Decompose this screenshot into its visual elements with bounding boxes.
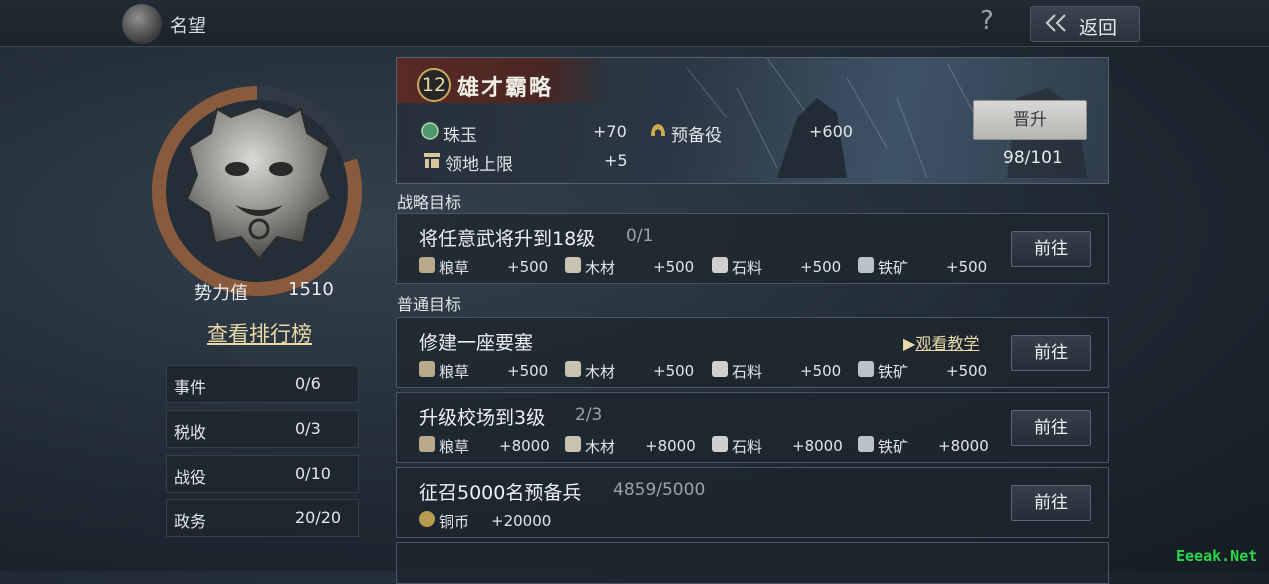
stat-row-events: 事件 0/6 [166,365,359,403]
stat-row-affairs: 政务 20/20 [166,499,359,537]
task-title: 征召5000名预备兵 [419,482,582,504]
page-title: 名望 [170,16,206,37]
grain-icon [419,436,435,452]
promote-progress: 98/101 [1003,148,1063,168]
territory-icon [424,153,440,168]
watch-tutorial-link[interactable]: ▶观看教学 [903,330,979,354]
stat-row-tax: 税收 0/3 [166,410,359,448]
prestige-emblem-icon [122,4,162,44]
resource-name: 铁矿 [878,363,909,381]
task-row: 征召5000名预备兵 4859/5000 前往 铜币 +20000 [396,467,1109,538]
resource-name: 木材 [585,438,616,456]
resource-amount: +500 [653,258,695,276]
rank-title: 雄才霸略 [457,75,554,101]
task-progress: 2/3 [575,405,603,425]
reward-name: 领地上限 [445,155,513,175]
resource-name: 铁矿 [878,438,909,456]
resource-name: 粮草 [439,259,470,277]
stone-icon [712,257,728,273]
task-title: 修建一座要塞 [419,332,534,354]
stone-icon [712,436,728,452]
resource-name: 铁矿 [878,259,909,277]
go-button[interactable]: 前往 [1011,410,1091,446]
grain-icon [419,361,435,377]
back-button[interactable]: 返回 [1030,6,1140,42]
resource-amount: +500 [507,362,549,380]
task-row: 修建一座要塞 ▶观看教学 前往 粮草 +500 木材 +500 石料 +500 … [396,317,1109,388]
go-button[interactable]: 前往 [1011,335,1091,371]
normal-goals-label: 普通目标 [397,295,462,314]
wood-icon [565,436,581,452]
resource-amount: +500 [946,362,988,380]
resource-amount: +8000 [792,437,843,455]
resource-name: 木材 [585,259,616,277]
resource-amount: +500 [800,362,842,380]
task-title: 升级校场到3级 [419,407,546,429]
resource-name: 粮草 [439,438,470,456]
beast-face-medal-icon [185,105,333,261]
stat-row-campaign: 战役 0/10 [166,455,359,493]
task-progress: 0/1 [626,226,654,246]
stone-icon [712,361,728,377]
resource-amount: +20000 [491,512,552,530]
resource-amount: +8000 [938,437,989,455]
wood-icon [565,361,581,377]
reward-amount: +5 [604,151,628,170]
stat-name: 事件 [174,378,207,397]
reward-amount: +70 [593,122,627,141]
resource-amount: +500 [507,258,549,276]
task-row: 升级校场到3级 2/3 前往 粮草 +8000 木材 +8000 石料 +800… [396,392,1109,463]
resource-amount: +8000 [645,437,696,455]
go-button[interactable]: 前往 [1011,485,1091,521]
tutorial-label: 观看教学 [915,334,980,353]
grain-icon [419,257,435,273]
iron-icon [858,257,874,273]
task-row: 将任意武将升到18级 0/1 前往 粮草 +500 木材 +500 石料 +50… [396,213,1109,284]
resource-name: 石料 [732,438,763,456]
task-title: 将任意武将升到18级 [419,228,596,250]
view-ranking-link[interactable]: 查看排行榜 [207,318,312,348]
iron-icon [858,361,874,377]
stat-value: 0/3 [295,419,321,438]
task-row-partial [396,542,1109,584]
resource-name: 石料 [732,259,763,277]
wood-icon [565,257,581,273]
resource-name: 粮草 [439,363,470,381]
task-progress: 4859/5000 [613,480,706,500]
resource-name: 石料 [732,363,763,381]
promote-button[interactable]: 晋升 [973,100,1087,140]
reward-name: 预备役 [671,126,722,146]
help-icon[interactable]: ? [980,6,994,36]
resource-amount: +8000 [499,437,550,455]
play-triangle-icon: ▶ [903,334,916,353]
resource-amount: +500 [653,362,695,380]
strategic-goals-label: 战略目标 [397,193,462,212]
coin-icon [419,511,435,527]
power-label: 势力值 [194,283,248,304]
jade-icon [421,122,439,140]
rank-banner: 12 雄才霸略 珠玉 +70 预备役 +600 领地上限 +5 晋升 98/10… [396,57,1109,184]
top-bar: 名望 ? 返回 [0,0,1269,47]
double-chevron-left-icon [1043,13,1071,38]
reward-amount: +600 [809,122,853,141]
back-label: 返回 [1079,17,1118,39]
resource-amount: +500 [946,258,988,276]
resource-name: 铜币 [439,513,470,531]
stat-name: 战役 [174,468,207,487]
go-button[interactable]: 前往 [1011,231,1091,267]
stat-name: 税收 [174,423,207,442]
resource-amount: +500 [800,258,842,276]
reward-name: 珠玉 [443,126,477,146]
stat-name: 政务 [174,512,207,531]
stat-value: 0/6 [295,374,321,393]
level-badge: 12 [417,68,451,102]
stat-value: 0/10 [295,464,331,483]
helmet-icon [651,124,665,136]
stat-value: 20/20 [295,508,342,527]
power-value: 1510 [288,279,334,300]
iron-icon [858,436,874,452]
watermark: Eeeak.Net [1176,547,1258,565]
resource-name: 木材 [585,363,616,381]
